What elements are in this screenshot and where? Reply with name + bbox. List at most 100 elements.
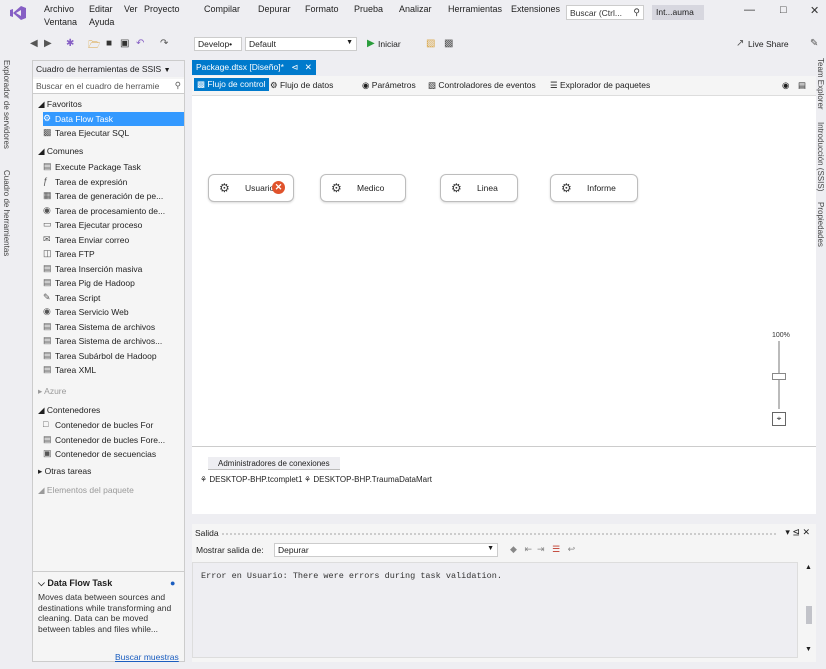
toolbox-item[interactable]: ▤ Tarea Sistema de archivos... [43, 334, 184, 348]
toolbox-item[interactable]: ▤ Tarea Sistema de archivos [43, 320, 184, 334]
toolbox-item[interactable]: □ Contenedor de bucles For [43, 418, 184, 432]
menu-ver[interactable]: Ver [124, 4, 138, 14]
toolbox-item[interactable]: ✉ Tarea Enviar correo [43, 233, 184, 247]
close-icon[interactable]: ✕ [802, 527, 810, 537]
variables-icon[interactable]: ▩ [444, 38, 453, 49]
toolbox-item[interactable]: ◫ Tarea FTP [43, 247, 184, 261]
menu-formato[interactable]: Formato [305, 4, 339, 14]
scroll-down-icon[interactable]: ▼ [805, 646, 812, 653]
control-flow-canvas[interactable]: ⚙ Usuario ✕ ⚙ Medico ⚙ Linea ⚙ Informe 1… [192, 96, 816, 446]
toolbox-item[interactable]: ▤ Tarea Pig de Hadoop [43, 276, 184, 290]
connection-item[interactable]: ⚘ DESKTOP-BHP.TraumaDataMart [304, 475, 432, 484]
tab-control-flow[interactable]: ▩ Flujo de control [194, 78, 269, 91]
output-source-select[interactable]: Depurar ▼ [274, 543, 498, 557]
dropdown-arrow-icon[interactable]: ▼ [164, 67, 171, 74]
toolbox-item-execute-sql[interactable]: ▩ Tarea Ejecutar SQL [43, 126, 184, 140]
menu-depurar[interactable]: Depurar [258, 4, 291, 14]
group-contenedores[interactable]: ◢ Contenedores [38, 405, 100, 416]
redo-icon[interactable]: ↷ [160, 38, 168, 49]
live-share-icon[interactable]: ↗ [736, 38, 744, 49]
close-tab-icon[interactable]: ✕ [305, 62, 312, 72]
task-usuario[interactable]: ⚙ Usuario ✕ [208, 174, 294, 202]
tab-data-flow[interactable]: ⚙ Flujo de datos [270, 80, 333, 91]
menu-herramientas[interactable]: Herramientas [448, 4, 502, 14]
feedback-icon[interactable]: ✎ [810, 38, 818, 49]
toolbox-toggle-icon[interactable]: ▤ [798, 80, 806, 91]
task-linea[interactable]: ⚙ Linea [440, 174, 518, 202]
menu-compilar[interactable]: Compilar [204, 4, 240, 14]
help-icon[interactable]: ● [170, 578, 175, 588]
zoom-slider-thumb[interactable] [772, 373, 786, 380]
scroll-up-icon[interactable]: ▲ [805, 564, 812, 571]
menu-analizar[interactable]: Analizar [399, 4, 432, 14]
drag-grip[interactable] [222, 533, 776, 535]
document-tab[interactable]: Package.dtsx [Diseño]* ⊲ ✕ [192, 60, 316, 75]
menu-ayuda[interactable]: Ayuda [89, 17, 114, 27]
minimize-icon[interactable]: — [744, 4, 755, 16]
previous-message-icon[interactable]: ⇤ [524, 544, 532, 554]
undo-icon[interactable]: ↶ [136, 38, 144, 49]
task-medico[interactable]: ⚙ Medico [320, 174, 406, 202]
tab-event-handlers[interactable]: ▧ Controladores de eventos [428, 80, 536, 91]
toolbox-item[interactable]: ▣ Contenedor de secuencias [43, 447, 184, 461]
toolbox-item[interactable]: ▤ Tarea Inserción masiva [43, 262, 184, 276]
variables-button-icon[interactable]: ◉ [782, 80, 789, 91]
next-message-icon[interactable]: ⇥ [537, 544, 545, 554]
server-explorer-tab[interactable]: Explorador de servidores [2, 60, 11, 149]
start-play-icon[interactable]: ▶ [367, 38, 375, 49]
zoom-to-fit-icon[interactable]: ⌖ [772, 412, 786, 426]
menu-proyecto[interactable]: Proyecto [144, 4, 180, 14]
group-elementos-paquete[interactable]: ◢ Elementos del paquete [38, 485, 134, 496]
menu-ventana[interactable]: Ventana [44, 17, 77, 27]
output-text-area[interactable]: Error en Usuario: There were errors duri… [192, 562, 798, 658]
group-azure[interactable]: ▸ Azure [38, 386, 66, 397]
menu-extensiones[interactable]: Extensiones [511, 4, 560, 14]
toolbox-rail-tab[interactable]: Cuadro de herramientas [2, 170, 11, 256]
configuration-select[interactable]: Develop• [194, 37, 242, 51]
close-icon[interactable]: ✕ [810, 4, 819, 17]
output-scrollbar[interactable]: ▲ ▼ [802, 562, 816, 658]
start-button[interactable]: Iniciar [378, 39, 401, 49]
clear-all-icon[interactable]: ☰ [552, 544, 560, 554]
group-favoritos[interactable]: ◢ Favoritos [38, 99, 82, 110]
save-icon[interactable]: ■ [106, 38, 112, 49]
menu-editar[interactable]: Editar [89, 4, 113, 14]
word-wrap-icon[interactable]: ↩ [568, 544, 576, 554]
toolbox-search-input[interactable]: Buscar en el cuadro de herramie ⚲ [33, 79, 184, 94]
group-otras-tareas[interactable]: ▸ Otras tareas [38, 466, 91, 477]
toolbox-item[interactable]: ▤ Contenedor de bucles Fore... [43, 433, 184, 447]
tab-package-explorer[interactable]: ☰ Explorador de paquetes [550, 80, 650, 91]
solution-name-badge[interactable]: Int...auma [652, 5, 704, 20]
open-folder-icon[interactable]: 🗁 [88, 38, 100, 55]
task-informe[interactable]: ⚙ Informe [550, 174, 638, 202]
connection-managers-tab[interactable]: Administradores de conexiones [208, 457, 340, 470]
dropdown-icon[interactable]: ▾ [785, 527, 790, 537]
toolbox-item[interactable]: ◉ Tarea de procesamiento de... [43, 204, 184, 218]
properties-tab[interactable]: Propiedades [816, 202, 825, 247]
new-project-icon[interactable]: ✱ [66, 38, 74, 49]
introduction-tab[interactable]: Introducción (SSIS) [816, 122, 825, 191]
toolbox-item[interactable]: ▤ Execute Package Task [43, 160, 184, 174]
save-all-icon[interactable]: ▣ [120, 38, 129, 49]
toolbox-item[interactable]: ✎ Tarea Script [43, 291, 184, 305]
ssis-toolbox-icon[interactable]: ▧ [426, 38, 435, 49]
forward-icon[interactable]: ▶ [44, 38, 52, 49]
team-explorer-tab[interactable]: Team Explorer [816, 58, 825, 110]
group-comunes[interactable]: ◢ Comunes [38, 146, 83, 157]
toolbox-item[interactable]: ƒ Tarea de expresión [43, 175, 184, 189]
toolbox-item[interactable]: ▤ Tarea Subárbol de Hadoop [43, 349, 184, 363]
tab-parameters[interactable]: ◉ Parámetros [362, 80, 416, 91]
pin-icon[interactable]: ⊴ [792, 527, 800, 537]
live-share-button[interactable]: Live Share [748, 39, 789, 49]
toolbox-item[interactable]: ▤ Tarea XML [43, 363, 184, 377]
find-samples-link[interactable]: Buscar muestras [115, 652, 179, 662]
collapse-icon[interactable]: ⌵ [38, 578, 45, 588]
menu-prueba[interactable]: Prueba [354, 4, 383, 14]
toolbox-item[interactable]: ▦ Tarea de generación de pe... [43, 189, 184, 203]
error-icon[interactable]: ✕ [272, 181, 285, 194]
global-search-input[interactable]: Buscar (Ctrl... ⚲ [566, 5, 644, 20]
platform-select[interactable]: Default ▼ [245, 37, 357, 51]
maximize-icon[interactable]: □ [780, 4, 787, 16]
back-icon[interactable]: ◀ [30, 38, 38, 49]
menu-archivo[interactable]: Archivo [44, 4, 74, 14]
